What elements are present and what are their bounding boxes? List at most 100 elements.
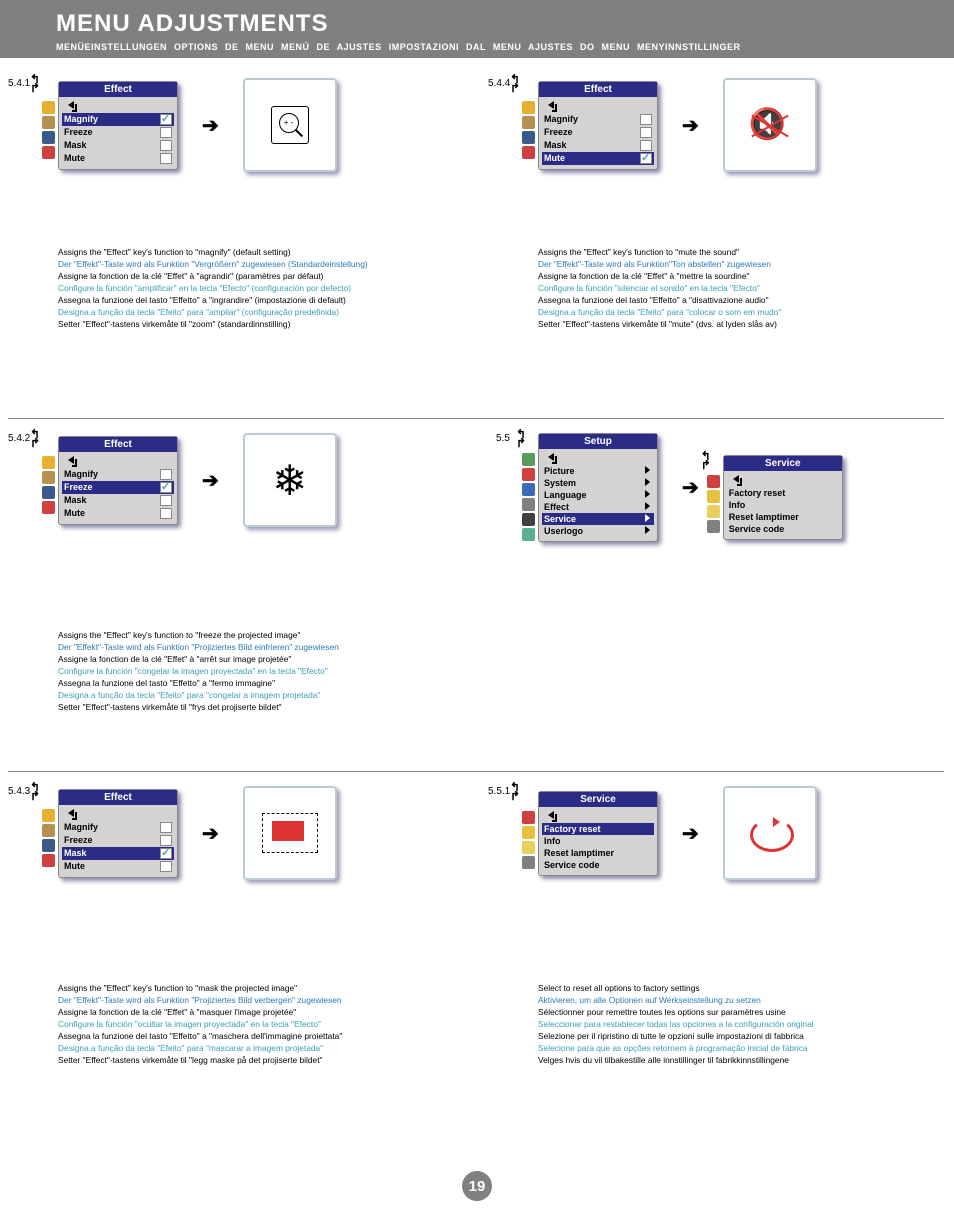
menu-item-mask[interactable]: Mask — [62, 494, 174, 507]
result-freeze: ❄ — [243, 433, 337, 527]
nav-arrows-icon — [30, 430, 40, 448]
section-number: 5.4.2 — [8, 433, 30, 444]
menu-item-factory-reset[interactable]: Factory reset — [727, 487, 839, 499]
menu-back[interactable] — [542, 99, 654, 113]
menu-title: Setup — [539, 434, 657, 449]
mute-icon — [745, 105, 795, 145]
menu-item-info[interactable]: Info — [542, 835, 654, 847]
snowflake-icon: ❄ — [272, 456, 307, 505]
nav-arrows-icon — [510, 783, 520, 801]
menu-item-magnify[interactable]: Magnify — [542, 113, 654, 126]
menu-item-mute[interactable]: Mute — [62, 507, 174, 520]
menu-title: Effect — [59, 437, 177, 452]
nav-arrows-icon — [516, 430, 526, 448]
arrow-right-icon: ➔ — [682, 821, 699, 846]
section-number: 5.5 — [496, 433, 510, 444]
menu-back[interactable] — [62, 454, 174, 468]
menu-item-service[interactable]: Service — [542, 513, 654, 525]
menu-item-freeze[interactable]: Freeze — [62, 126, 174, 139]
menu-title: Effect — [539, 82, 657, 97]
description: Assigns the "Effect" key's function to "… — [58, 246, 368, 330]
arrow-right-icon: ➔ — [682, 475, 699, 500]
section-542: 5.4.2 Effect Magnify Freeze Mask Mute ➔ … — [58, 433, 339, 713]
section-55: 5.5 Setup Picture System Language Effect… — [538, 433, 843, 542]
menu-item-info[interactable]: Info — [727, 499, 839, 511]
menu-title: Service — [539, 792, 657, 807]
setup-menu-panel: Setup Picture System Language Effect Ser… — [538, 433, 658, 542]
menu-item-system[interactable]: System — [542, 477, 654, 489]
page-number: 19 — [462, 1171, 492, 1201]
description: Assigns the "Effect" key's function to "… — [538, 246, 817, 330]
effect-menu-panel: Effect Magnify Freeze Mask Mute — [58, 789, 178, 878]
magnify-icon: + - — [271, 106, 309, 144]
arrow-right-icon: ➔ — [202, 113, 219, 138]
back-icon — [66, 101, 78, 111]
result-mute — [723, 78, 817, 172]
reset-icon — [745, 813, 795, 853]
menu-item-magnify[interactable]: Magnify — [62, 821, 174, 834]
result-reset — [723, 786, 817, 880]
menu-item-mute[interactable]: Mute — [542, 152, 654, 165]
description: Select to reset all options to factory s… — [538, 982, 817, 1066]
menu-item-service-code[interactable]: Service code — [727, 523, 839, 535]
section-number: 5.4.1 — [8, 78, 30, 89]
nav-arrows-icon — [30, 783, 40, 801]
section-number: 5.4.3 — [8, 786, 30, 797]
menu-back[interactable] — [542, 451, 654, 465]
section-551: 5.5.1 Service Factory reset Info Reset l… — [538, 786, 817, 1066]
section-544: 5.4.4 Effect Magnify Freeze Mask Mute ➔ … — [538, 78, 817, 330]
menu-item-mute[interactable]: Mute — [62, 152, 174, 165]
menu-back[interactable] — [542, 809, 654, 823]
menu-item-mute[interactable]: Mute — [62, 860, 174, 873]
section-number: 5.5.1 — [488, 786, 510, 797]
sidebar-icons — [42, 101, 55, 159]
service-menu-panel: Service Factory reset Info Reset lamptim… — [723, 455, 843, 540]
service-menu-panel: Service Factory reset Info Reset lamptim… — [538, 791, 658, 876]
page-title: MENU ADJUSTMENTS — [56, 10, 936, 38]
menu-title: Effect — [59, 790, 177, 805]
divider-horizontal — [8, 418, 944, 419]
nav-arrows-icon — [30, 75, 40, 93]
menu-item-service-code[interactable]: Service code — [542, 859, 654, 871]
menu-item-freeze[interactable]: Freeze — [62, 481, 174, 494]
menu-item-language[interactable]: Language — [542, 489, 654, 501]
section-541: 5.4.1 Effect Magnify Freeze Mask Mute ➔ … — [58, 78, 368, 330]
menu-item-reset-lamptimer[interactable]: Reset lamptimer — [542, 847, 654, 859]
nav-arrows-icon — [510, 75, 520, 93]
menu-item-mask[interactable]: Mask — [62, 139, 174, 152]
arrow-right-icon: ➔ — [202, 468, 219, 493]
section-number: 5.4.4 — [488, 78, 510, 89]
menu-title: Effect — [59, 82, 177, 97]
menu-item-freeze[interactable]: Freeze — [542, 126, 654, 139]
menu-item-picture[interactable]: Picture — [542, 465, 654, 477]
check-icon — [160, 114, 172, 125]
effect-menu-panel: Effect Magnify Freeze Mask Mute — [538, 81, 658, 170]
menu-item-mask[interactable]: Mask — [62, 847, 174, 860]
page-header: MENU ADJUSTMENTS MENÜEINSTELLUNGEN OPTIO… — [0, 0, 954, 58]
menu-item-freeze[interactable]: Freeze — [62, 834, 174, 847]
menu-item-effect[interactable]: Effect — [542, 501, 654, 513]
menu-item-factory-reset[interactable]: Factory reset — [542, 823, 654, 835]
result-mask — [243, 786, 337, 880]
menu-item-mask[interactable]: Mask — [542, 139, 654, 152]
page-subtitle: MENÜEINSTELLUNGEN OPTIONS DE MENU MENÚ D… — [56, 42, 936, 52]
result-magnify: + - — [243, 78, 337, 172]
menu-item-magnify[interactable]: Magnify — [62, 468, 174, 481]
menu-back[interactable] — [62, 99, 174, 113]
menu-back[interactable] — [727, 473, 839, 487]
section-543: 5.4.3 Effect Magnify Freeze Mask Mute ➔ … — [58, 786, 342, 1066]
nav-arrows-icon — [701, 452, 711, 470]
description: Assigns the "Effect" key's function to "… — [58, 629, 339, 713]
mask-icon — [262, 813, 318, 853]
effect-menu-panel: Effect Magnify Freeze Mask Mute — [58, 81, 178, 170]
divider-horizontal — [8, 771, 944, 772]
description: Assigns the "Effect" key's function to "… — [58, 982, 342, 1066]
menu-item-reset-lamptimer[interactable]: Reset lamptimer — [727, 511, 839, 523]
menu-item-userlogo[interactable]: Userlogo — [542, 525, 654, 537]
menu-title: Service — [724, 456, 842, 471]
arrow-right-icon: ➔ — [682, 113, 699, 138]
arrow-right-icon: ➔ — [202, 821, 219, 846]
effect-menu-panel: Effect Magnify Freeze Mask Mute — [58, 436, 178, 525]
menu-back[interactable] — [62, 807, 174, 821]
menu-item-magnify[interactable]: Magnify — [62, 113, 174, 126]
